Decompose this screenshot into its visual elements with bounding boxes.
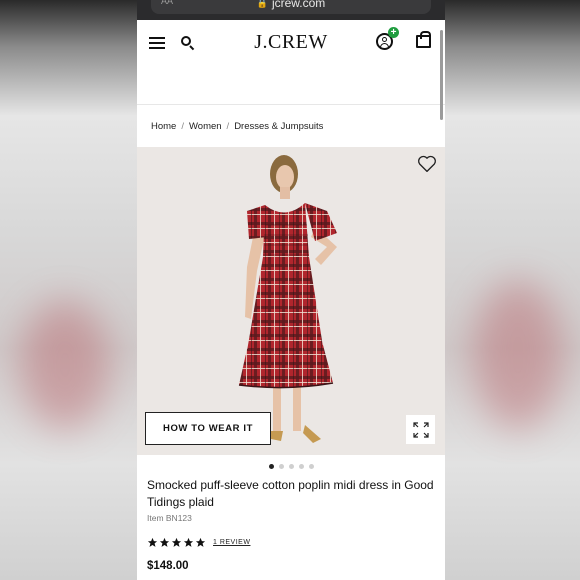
product-info: Smocked puff-sleeve cotton poplin midi d… bbox=[137, 477, 445, 572]
browser-bar: AA 🔒 jcrew.com bbox=[137, 0, 445, 20]
menu-icon[interactable] bbox=[149, 36, 165, 49]
breadcrumb-dresses[interactable]: Dresses & Jumpsuits bbox=[234, 121, 323, 132]
carousel-dot[interactable] bbox=[298, 463, 304, 469]
address-bar[interactable]: AA 🔒 jcrew.com bbox=[151, 0, 431, 14]
carousel-dot[interactable] bbox=[308, 463, 314, 469]
text-size-button[interactable]: AA bbox=[161, 0, 173, 6]
search-icon[interactable] bbox=[181, 35, 195, 50]
carousel-dot[interactable] bbox=[278, 463, 284, 469]
account-badge: + bbox=[388, 27, 399, 38]
star-icon bbox=[183, 537, 194, 547]
site-header: J.CREW + bbox=[137, 20, 445, 65]
breadcrumb-separator: / bbox=[226, 120, 230, 132]
breadcrumb-home[interactable]: Home bbox=[151, 121, 176, 132]
item-number: Item BN123 bbox=[147, 513, 192, 523]
expand-icon[interactable] bbox=[406, 415, 435, 444]
star-icon bbox=[171, 537, 182, 547]
product-price: $148.00 bbox=[147, 560, 189, 572]
model-photo bbox=[238, 155, 337, 443]
site-logo[interactable]: J.CREW bbox=[254, 31, 328, 54]
carousel-dot[interactable] bbox=[288, 463, 294, 469]
star-icon bbox=[147, 537, 158, 547]
phone-screen: AA 🔒 jcrew.com J.CREW + Home / Women / D… bbox=[137, 0, 445, 580]
carousel-dots bbox=[137, 455, 445, 477]
how-to-wear-button[interactable]: HOW TO WEAR IT bbox=[145, 412, 271, 445]
rating-row: 1 REVIEW bbox=[147, 537, 435, 548]
url-text: jcrew.com bbox=[271, 0, 326, 10]
review-link[interactable]: 1 REVIEW bbox=[213, 539, 250, 546]
breadcrumb-women[interactable]: Women bbox=[189, 121, 222, 132]
breadcrumb: Home / Women / Dresses & Jumpsuits bbox=[137, 105, 445, 147]
star-icon bbox=[159, 537, 170, 547]
product-image[interactable]: HOW TO WEAR IT bbox=[137, 147, 445, 455]
star-icon bbox=[195, 537, 206, 547]
shopping-bag-icon[interactable] bbox=[416, 31, 431, 48]
backdrop-right bbox=[443, 0, 580, 580]
star-rating[interactable] bbox=[147, 537, 206, 548]
product-title: Smocked puff-sleeve cotton poplin midi d… bbox=[147, 478, 434, 509]
lock-icon: 🔒 bbox=[256, 0, 268, 8]
breadcrumb-separator: / bbox=[181, 120, 184, 132]
carousel-dot[interactable] bbox=[268, 463, 274, 469]
backdrop-left bbox=[0, 0, 137, 580]
header-spacer bbox=[137, 65, 445, 105]
heart-icon[interactable] bbox=[417, 155, 437, 173]
